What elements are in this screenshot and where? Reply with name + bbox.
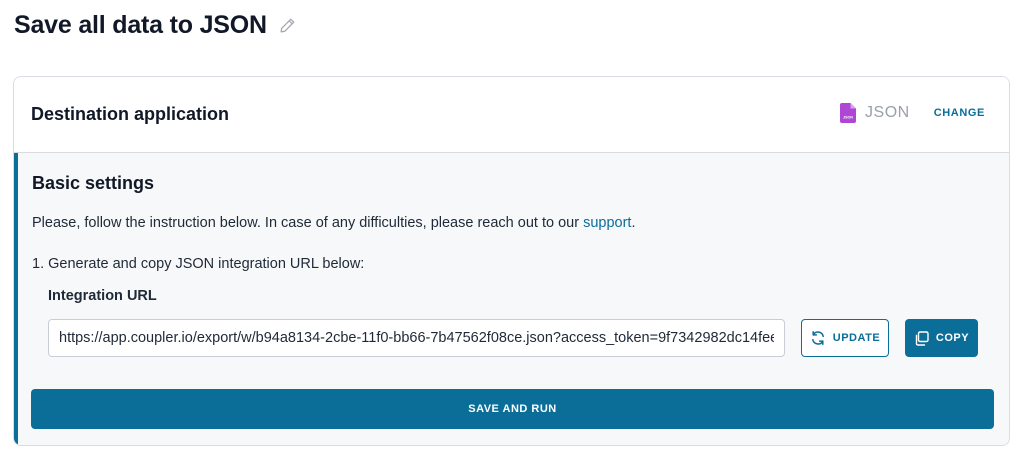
pencil-icon[interactable] [279,17,296,34]
integration-url-input[interactable] [48,319,785,357]
page-title: Save all data to JSON [14,10,267,39]
destination-card: Destination application JSON JSON CHANGE… [13,76,1010,446]
instruction-text: Please, follow the instruction below. In… [32,215,635,231]
instruction-body: Please, follow the instruction below. In… [32,215,584,231]
destination-title: Destination application [31,104,230,124]
basic-settings-title: Basic settings [32,173,155,193]
destination-app-name: JSON [865,104,910,121]
copy-icon [914,330,929,346]
integration-url-label: Integration URL [48,288,157,304]
support-link[interactable]: support [583,215,631,231]
copy-button[interactable]: COPY [905,319,978,357]
instruction-end: . [631,215,636,231]
update-button[interactable]: UPDATE [801,319,889,357]
step-one-text: 1. Generate and copy JSON integration UR… [32,256,365,272]
refresh-icon [810,330,826,346]
svg-text:JSON: JSON [843,115,853,119]
save-and-run-button[interactable]: SAVE AND RUN [31,389,994,429]
page-header: Save all data to JSON [14,8,296,42]
copy-button-label: COPY [935,332,970,344]
destination-row: Destination application JSON JSON CHANGE [14,77,1009,153]
json-file-icon: JSON [840,103,857,123]
update-button-label: UPDATE [832,332,881,344]
save-and-run-label: SAVE AND RUN [468,403,557,415]
destination-app-info: JSON JSON CHANGE [840,103,985,123]
basic-settings-section: Basic settings Please, follow the instru… [14,153,1009,445]
change-destination-button[interactable]: CHANGE [934,107,985,119]
